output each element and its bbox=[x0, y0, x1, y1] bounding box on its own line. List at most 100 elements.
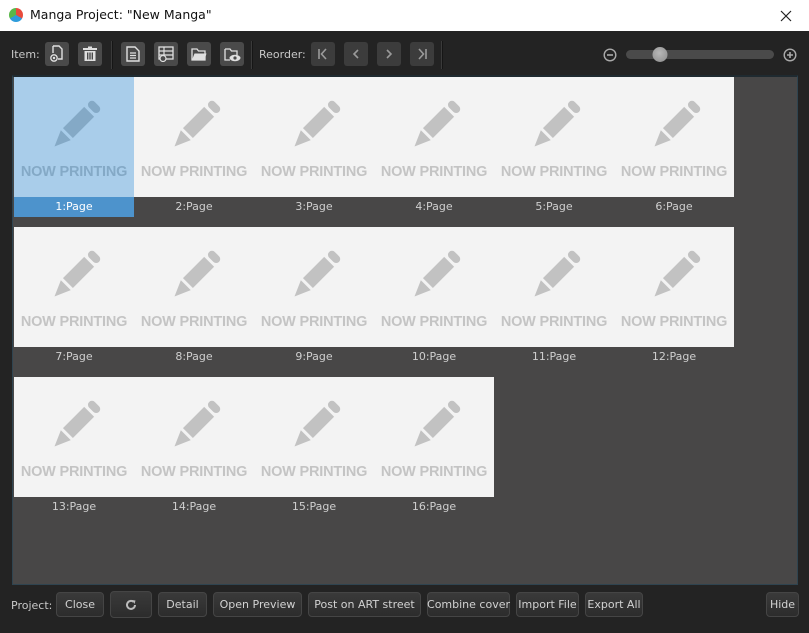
now-printing-text: NOW PRINTING bbox=[260, 164, 368, 180]
page-preview: NOW PRINTING bbox=[134, 227, 254, 347]
now-printing-text: NOW PRINTING bbox=[140, 164, 248, 180]
hide-button[interactable]: Hide bbox=[766, 592, 799, 617]
now-printing-text: NOW PRINTING bbox=[620, 164, 728, 180]
toolbar-separator bbox=[111, 41, 113, 69]
page-label: 12:Page bbox=[651, 350, 697, 363]
page-thumbnail[interactable]: NOW PRINTING 12:Page bbox=[614, 227, 734, 367]
document-icon bbox=[126, 46, 140, 62]
page-label: 15:Page bbox=[291, 500, 337, 513]
page-preview: NOW PRINTING bbox=[134, 77, 254, 197]
reorder-label: Reorder: bbox=[259, 48, 306, 61]
export-all-button[interactable]: Export All bbox=[585, 592, 643, 617]
page-preview: NOW PRINTING bbox=[254, 377, 374, 497]
page-label: 8:Page bbox=[175, 350, 213, 363]
zoom-in-button[interactable] bbox=[783, 47, 797, 62]
page-preview: NOW PRINTING bbox=[14, 227, 134, 347]
now-printing-text: NOW PRINTING bbox=[380, 314, 488, 330]
page-preview: NOW PRINTING bbox=[14, 377, 134, 497]
prev-icon bbox=[352, 49, 359, 59]
page-thumbnail[interactable]: NOW PRINTING 6:Page bbox=[614, 77, 734, 217]
page-thumbnail[interactable]: NOW PRINTING 8:Page bbox=[134, 227, 254, 367]
refresh-icon bbox=[126, 599, 136, 610]
page-preview: NOW PRINTING bbox=[14, 77, 134, 197]
page-thumbnail[interactable]: NOW PRINTING 11:Page bbox=[494, 227, 614, 367]
page-label: 2:Page bbox=[175, 200, 213, 213]
page-label: 7:Page bbox=[55, 350, 93, 363]
now-printing-text: NOW PRINTING bbox=[260, 464, 368, 480]
app-logo-icon bbox=[9, 8, 23, 22]
folder-eye-icon bbox=[223, 47, 240, 61]
page-preview: NOW PRINTING bbox=[134, 377, 254, 497]
page-thumbnail[interactable]: NOW PRINTING 14:Page bbox=[134, 377, 254, 517]
page-thumbnail[interactable]: NOW PRINTING 10:Page bbox=[374, 227, 494, 367]
now-printing-text: NOW PRINTING bbox=[140, 464, 248, 480]
page-thumbnail[interactable]: NOW PRINTING 7:Page bbox=[14, 227, 134, 367]
page-label: 9:Page bbox=[295, 350, 333, 363]
page-thumbnail[interactable]: NOW PRINTING 5:Page bbox=[494, 77, 614, 217]
post-art-street-button[interactable]: Post on ART street bbox=[308, 592, 421, 617]
page-thumbnail[interactable]: NOW PRINTING 15:Page bbox=[254, 377, 374, 517]
combine-cover-button[interactable]: Combine cover bbox=[427, 592, 510, 617]
page-label: 13:Page bbox=[51, 500, 97, 513]
project-label: Project: bbox=[11, 599, 53, 612]
trash-icon bbox=[83, 46, 97, 61]
zoom-out-button[interactable] bbox=[603, 47, 617, 62]
page-template-button[interactable] bbox=[154, 42, 178, 66]
last-icon bbox=[418, 48, 427, 60]
page-preview: NOW PRINTING bbox=[254, 77, 374, 197]
page-preview: NOW PRINTING bbox=[374, 227, 494, 347]
page-preview: NOW PRINTING bbox=[614, 77, 734, 197]
now-printing-text: NOW PRINTING bbox=[20, 464, 128, 480]
manga-project-window: Manga Project: "New Manga" Item: Reorder… bbox=[0, 0, 809, 633]
detail-button[interactable]: Detail bbox=[158, 592, 207, 617]
window-title: Manga Project: "New Manga" bbox=[30, 7, 212, 22]
page-thumbnail[interactable]: NOW PRINTING 2:Page bbox=[134, 77, 254, 217]
move-next-button[interactable] bbox=[377, 42, 401, 66]
page-label: 3:Page bbox=[295, 200, 333, 213]
page-label: 16:Page bbox=[411, 500, 457, 513]
zoom-slider-thumb[interactable] bbox=[652, 47, 668, 62]
close-button[interactable]: Close bbox=[56, 592, 104, 617]
now-printing-text: NOW PRINTING bbox=[20, 164, 128, 180]
move-first-button[interactable] bbox=[311, 42, 335, 66]
title-bar: Manga Project: "New Manga" bbox=[0, 0, 809, 31]
next-icon bbox=[386, 49, 393, 59]
import-file-button[interactable]: Import File bbox=[516, 592, 579, 617]
page-label: 5:Page bbox=[535, 200, 573, 213]
zoom-slider[interactable] bbox=[626, 47, 774, 62]
page-thumbnail[interactable]: NOW PRINTING 9:Page bbox=[254, 227, 374, 367]
page-label: 14:Page bbox=[171, 500, 217, 513]
first-icon bbox=[318, 48, 327, 60]
page-thumbnail[interactable]: NOW PRINTING 1:Page bbox=[14, 77, 134, 217]
preview-folder-button[interactable] bbox=[220, 42, 244, 66]
page-preview: NOW PRINTING bbox=[614, 227, 734, 347]
page-row: NOW PRINTING 13:Page NOW PRINTING 14:Page NO… bbox=[14, 377, 494, 517]
refresh-button[interactable] bbox=[110, 591, 152, 618]
now-printing-text: NOW PRINTING bbox=[620, 314, 728, 330]
delete-page-button[interactable] bbox=[78, 42, 102, 66]
page-preview: NOW PRINTING bbox=[374, 77, 494, 197]
open-folder-button[interactable] bbox=[187, 42, 211, 66]
toolbar-separator bbox=[441, 41, 443, 69]
page-preview: NOW PRINTING bbox=[494, 227, 614, 347]
project-bar: Project: Close Detail Open Preview Post … bbox=[0, 588, 809, 633]
page-thumbnail[interactable]: NOW PRINTING 16:Page bbox=[374, 377, 494, 517]
page-preview: NOW PRINTING bbox=[494, 77, 614, 197]
page-grid[interactable]: NOW PRINTING 1:Page NOW PRINTING 2:Page NOW … bbox=[12, 75, 798, 585]
page-thumbnail[interactable]: NOW PRINTING 3:Page bbox=[254, 77, 374, 217]
folder-icon bbox=[191, 48, 207, 61]
move-last-button[interactable] bbox=[410, 42, 434, 66]
page-label: 4:Page bbox=[415, 200, 453, 213]
page-preview: NOW PRINTING bbox=[254, 227, 374, 347]
page-thumbnail[interactable]: NOW PRINTING 4:Page bbox=[374, 77, 494, 217]
now-printing-text: NOW PRINTING bbox=[380, 164, 488, 180]
page-thumbnail[interactable]: NOW PRINTING 13:Page bbox=[14, 377, 134, 517]
now-printing-text: NOW PRINTING bbox=[20, 314, 128, 330]
now-printing-text: NOW PRINTING bbox=[500, 164, 608, 180]
move-prev-button[interactable] bbox=[344, 42, 368, 66]
page-label: 11:Page bbox=[531, 350, 577, 363]
add-page-button[interactable] bbox=[45, 42, 69, 66]
open-preview-button[interactable]: Open Preview bbox=[213, 592, 302, 617]
close-window-button[interactable] bbox=[763, 0, 809, 31]
page-settings-button[interactable] bbox=[121, 42, 145, 66]
